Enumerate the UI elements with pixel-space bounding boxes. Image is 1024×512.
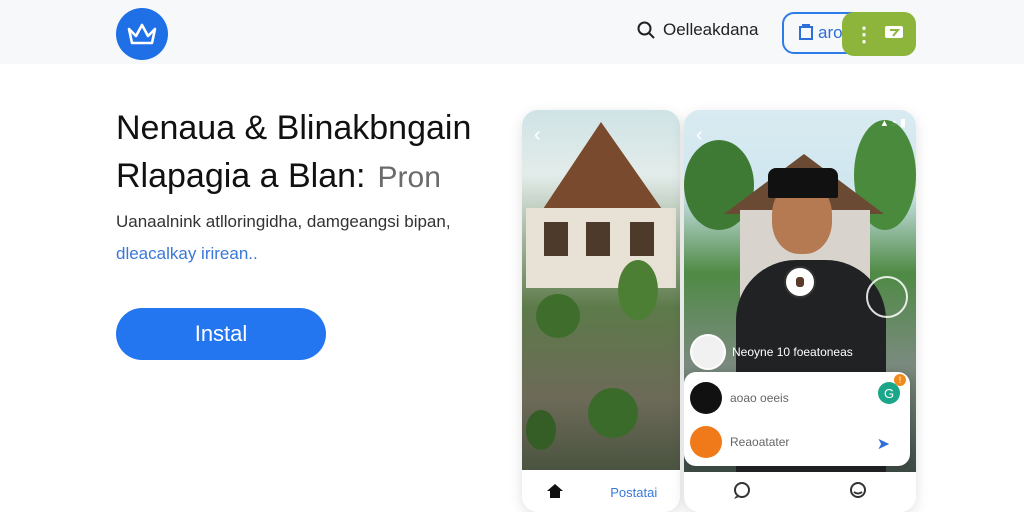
search-link[interactable]: Oelleakdana — [637, 20, 758, 40]
hero-title: Nenaua & Blinakbngain Rlapagia a Blan: Pr… — [116, 104, 496, 202]
action-card: aoao oeeis G ! Reaoatater ➤ — [684, 372, 910, 466]
caption-text: Neoyne 10 foeatoneas — [732, 345, 853, 359]
avatar[interactable] — [690, 334, 726, 370]
plant — [618, 260, 658, 320]
install-button[interactable]: Instal — [116, 308, 326, 360]
home-icon[interactable] — [545, 482, 565, 503]
bottom-nav-right — [684, 472, 916, 512]
hero-title-line2: Rlapagia a Blan: — [116, 157, 366, 195]
green-action-button[interactable]: ⋮ — [842, 12, 916, 56]
search-label: Oelleakdana — [663, 20, 759, 39]
card-row[interactable]: aoao oeeis — [690, 382, 789, 414]
profile-caption: Neoyne 10 foeatoneas — [690, 334, 853, 370]
chat-icon[interactable] — [732, 481, 752, 503]
plant — [588, 388, 638, 438]
hero-title-line1: Nenaua & Blinakbngain — [116, 109, 472, 147]
description-line1: Uanaalnink atlloringidha, damgeangsi bip… — [116, 212, 451, 231]
notification-text: ! — [898, 375, 902, 385]
window — [544, 222, 568, 256]
card-row-text: Reaoatater — [730, 435, 790, 449]
send-icon[interactable]: ➤ — [877, 434, 890, 454]
plant — [536, 294, 580, 338]
ring-icon[interactable] — [866, 276, 908, 318]
outline-button-label: aro — [818, 23, 843, 42]
crown-logo-icon[interactable] — [116, 8, 168, 60]
window — [586, 222, 610, 256]
back-arrow-icon[interactable]: ‹ — [534, 124, 541, 147]
hero-description: Uanaalnink atlloringidha, damgeangsi bip… — [116, 206, 496, 270]
card-row-text: aoao oeeis — [730, 391, 789, 405]
hero-title-suffix: Pron — [377, 161, 441, 194]
phone-preview-left: ‹ Postatai — [522, 110, 680, 512]
top-bar: Oelleakdana aro ⋮ — [0, 0, 1024, 64]
phone-preview-right: ‹ ▴ ◔ ▮ Neoyne 10 foeatoneas aoao oeeis … — [684, 110, 916, 512]
window — [630, 222, 654, 256]
card-row[interactable]: Reaoatater — [690, 426, 789, 458]
scan-icon[interactable] — [784, 266, 816, 298]
search-icon — [637, 21, 655, 39]
house-photo — [522, 110, 680, 470]
notification-dot: ! — [894, 374, 906, 386]
plant — [526, 410, 556, 450]
badge-text: G — [883, 385, 895, 401]
message-icon[interactable] — [848, 481, 868, 503]
orange-avatar — [690, 426, 722, 458]
bag-icon — [798, 22, 814, 45]
person-cap — [768, 168, 838, 198]
bottom-nav-left: Postatai — [522, 472, 680, 512]
card-icon — [884, 24, 904, 45]
house-roof — [541, 122, 664, 212]
description-line2-link[interactable]: dleacalkay irirean.. — [116, 238, 496, 270]
avatar — [690, 382, 722, 414]
nav-link[interactable]: Postatai — [610, 485, 657, 500]
status-icons: ▴ ◔ ▮ — [881, 117, 906, 129]
back-arrow-icon[interactable]: ‹ — [696, 124, 703, 147]
info-icon: ⋮ — [854, 23, 874, 46]
